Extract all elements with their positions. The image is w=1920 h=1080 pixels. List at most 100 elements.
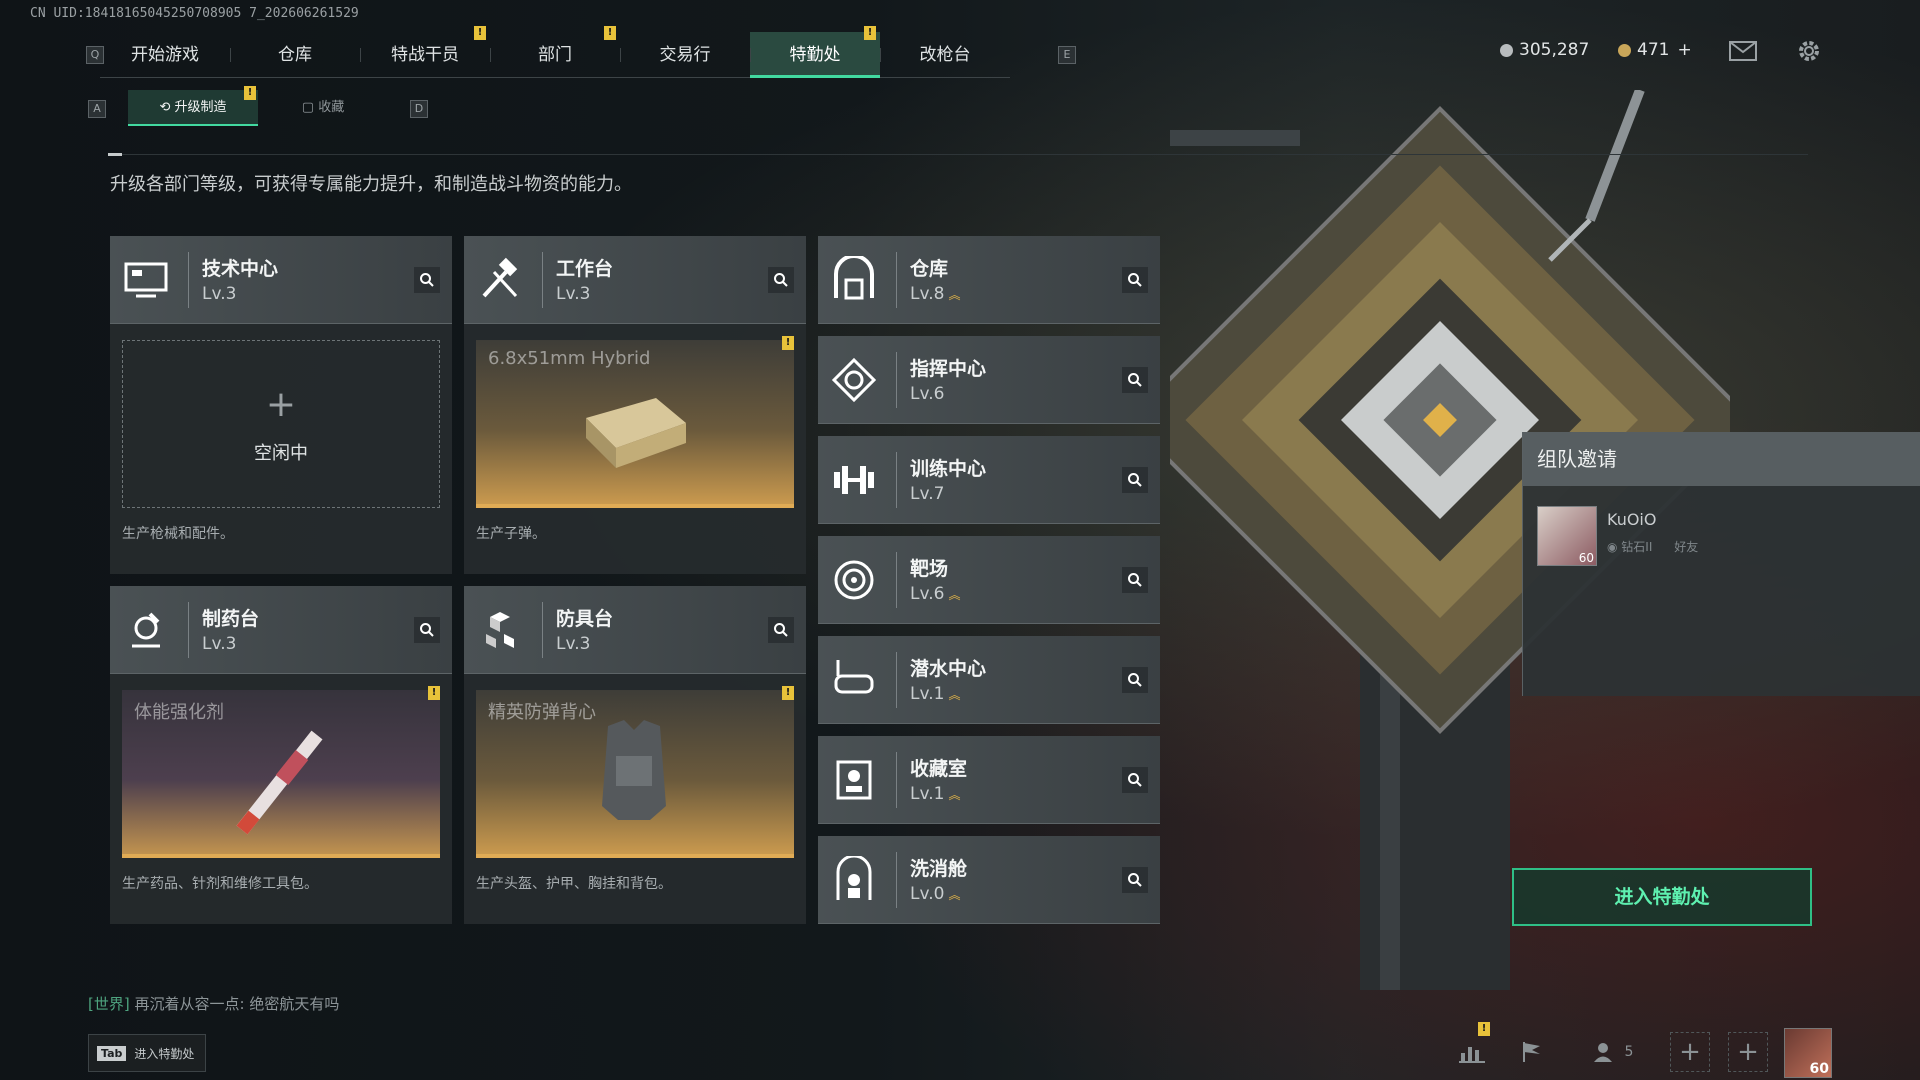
tab-gunsmith[interactable]: 改枪台 xyxy=(880,32,1010,78)
craft-card-tech-center[interactable]: 技术中心 Lv.3 + 空闲中 生产枪械和配件。 xyxy=(110,236,452,574)
upgrade-icon: ⟲ xyxy=(159,100,175,115)
warehouse-icon xyxy=(834,256,874,300)
card-header: 防具台 Lv.3 xyxy=(464,586,806,674)
subtab-next-key[interactable]: D xyxy=(410,100,428,118)
dept-warehouse[interactable]: 仓库 Lv.8 ︽ xyxy=(818,236,1160,324)
item-name: 体能强化剂 xyxy=(134,702,224,723)
craft-slot-in-progress[interactable]: 体能强化剂 xyxy=(122,690,440,858)
tab-label: 特勤处 xyxy=(789,45,841,65)
tab-hint[interactable]: Tab 进入特勤处 xyxy=(88,1034,206,1072)
card-separator xyxy=(896,552,897,608)
flag-icon[interactable] xyxy=(1512,1032,1552,1072)
craft-slot-in-progress[interactable]: 6.8x51mm Hybrid xyxy=(476,340,794,508)
tab-operators[interactable]: 特战干员! xyxy=(360,26,490,78)
notification-badge: ! xyxy=(1478,1022,1490,1036)
friends-count: 5 xyxy=(1624,1044,1634,1060)
inviter-level: 60 xyxy=(1578,551,1594,565)
add-team-slot-1[interactable]: + xyxy=(1670,1032,1710,1072)
add-team-slot-2[interactable]: + xyxy=(1728,1032,1768,1072)
enter-special-ops-button[interactable]: 进入特勤处 xyxy=(1512,868,1812,926)
dept-collection-room[interactable]: 收藏室 Lv.1 ︽ xyxy=(818,736,1160,824)
search-icon[interactable] xyxy=(1122,567,1148,593)
dept-level: Lv.0 ︽ xyxy=(910,884,960,904)
target-icon xyxy=(834,560,874,600)
settings-gear-icon[interactable] xyxy=(1794,36,1824,66)
search-icon[interactable] xyxy=(768,267,794,293)
subtab-upgrade-craft[interactable]: ⟲ 升级制造 ! xyxy=(128,86,258,126)
dept-title: 洗消舱 xyxy=(910,858,968,880)
notification-badge: ! xyxy=(782,336,794,350)
nav-next-key[interactable]: E xyxy=(1058,46,1076,64)
chat-channel: [世界] xyxy=(88,995,130,1013)
search-icon[interactable] xyxy=(1122,667,1148,693)
tab-start-game[interactable]: 开始游戏 xyxy=(100,32,230,78)
tab-key: Tab xyxy=(97,1045,127,1061)
stats-chart-icon[interactable]: ! xyxy=(1452,1022,1492,1072)
craft-card-pharmacy[interactable]: 制药台 Lv.3 体能强化剂 ! 生产药品、针剂和维修工具包。 xyxy=(110,586,452,924)
empty-craft-slot[interactable]: + 空闲中 xyxy=(122,340,440,508)
search-icon[interactable] xyxy=(1122,867,1148,893)
add-currency-button[interactable]: + xyxy=(1677,40,1691,60)
level-text: Lv.0 xyxy=(910,884,945,904)
search-icon[interactable] xyxy=(1122,467,1148,493)
craft-slot-in-progress[interactable]: 精英防弹背心 xyxy=(476,690,794,858)
mail-icon[interactable] xyxy=(1728,38,1758,64)
dept-shooting-range[interactable]: 靶场 Lv.6 ︽ xyxy=(818,536,1160,624)
tab-market[interactable]: 交易行 xyxy=(620,32,750,78)
inviter-avatar[interactable]: 60 xyxy=(1537,506,1597,566)
tab-label: 开始游戏 xyxy=(131,45,199,65)
display-case-icon xyxy=(836,760,872,800)
level-text: Lv.6 xyxy=(910,384,945,404)
dept-decon-chamber[interactable]: 洗消舱 Lv.0 ︽ xyxy=(818,836,1160,924)
card-footer: 生产子弹。 xyxy=(476,526,546,542)
sub-tabs: ⟲ 升级制造 ! ▢ 收藏 xyxy=(128,86,388,126)
card-separator xyxy=(896,352,897,408)
search-icon[interactable] xyxy=(1122,367,1148,393)
tab-departments[interactable]: 部门! xyxy=(490,26,620,78)
friends-icon xyxy=(1593,1043,1612,1062)
card-title: 工作台 xyxy=(556,258,614,280)
tab-warehouse[interactable]: 仓库 xyxy=(230,32,360,78)
command-center-icon xyxy=(831,357,877,403)
computer-icon xyxy=(124,262,168,298)
dept-training-center[interactable]: 训练中心 Lv.7 xyxy=(818,436,1160,524)
player-level: 60 xyxy=(1809,1061,1829,1077)
dept-level: Lv.6 xyxy=(910,384,944,404)
card-separator xyxy=(896,752,897,808)
search-icon[interactable] xyxy=(1122,267,1148,293)
search-icon[interactable] xyxy=(768,617,794,643)
search-icon[interactable] xyxy=(1122,767,1148,793)
item-name: 6.8x51mm Hybrid xyxy=(488,348,651,369)
plus-icon: + xyxy=(265,384,297,425)
search-icon[interactable] xyxy=(414,267,440,293)
card-header: 制药台 Lv.3 xyxy=(110,586,452,674)
gold-currency[interactable]: 471 + xyxy=(1618,40,1692,60)
craft-card-workbench[interactable]: 工作台 Lv.3 6.8x51mm Hybrid ! 生产子弹。 xyxy=(464,236,806,574)
team-invite-panel[interactable]: 组队邀请 60 KuOiO ◉ 钻石II 好友 xyxy=(1522,432,1920,696)
card-title: 防具台 xyxy=(556,608,614,630)
dept-title: 收藏室 xyxy=(910,758,968,780)
craft-card-armor[interactable]: 防具台 Lv.3 精英防弹背心 ! 生产头盔、护甲、胸挂和背包。 xyxy=(464,586,806,924)
dept-command-center[interactable]: 指挥中心 Lv.6 xyxy=(818,336,1160,424)
player-avatar[interactable]: 60 xyxy=(1784,1028,1832,1078)
friends-button[interactable]: 5 xyxy=(1586,1032,1640,1072)
card-separator xyxy=(896,252,897,308)
notification-badge: ! xyxy=(428,686,440,700)
card-separator xyxy=(542,252,543,308)
dept-diving-center[interactable]: 潜水中心 Lv.1 ︽ xyxy=(818,636,1160,724)
tab-label: 交易行 xyxy=(659,45,711,65)
search-icon[interactable] xyxy=(414,617,440,643)
card-footer: 生产药品、针剂和维修工具包。 xyxy=(122,876,318,892)
chat-line[interactable]: [世界] 再沉着从容一点: 绝密航天有吗 xyxy=(88,993,339,1014)
notification-badge: ! xyxy=(864,26,876,40)
subtab-prev-key[interactable]: A xyxy=(88,100,106,118)
card-level: Lv.3 xyxy=(202,634,237,654)
card-footer: 生产枪械和配件。 xyxy=(122,526,234,542)
plus-icon: + xyxy=(1737,1037,1759,1067)
body-armor-icon xyxy=(602,720,666,820)
tab-special-ops[interactable]: 特勤处! xyxy=(750,26,880,78)
upgrade-arrow-icon: ︽ xyxy=(948,287,961,302)
tab-hint-label: 进入特勤处 xyxy=(134,1046,195,1061)
dept-title: 仓库 xyxy=(910,258,949,280)
subtab-collection[interactable]: ▢ 收藏 xyxy=(258,90,388,126)
